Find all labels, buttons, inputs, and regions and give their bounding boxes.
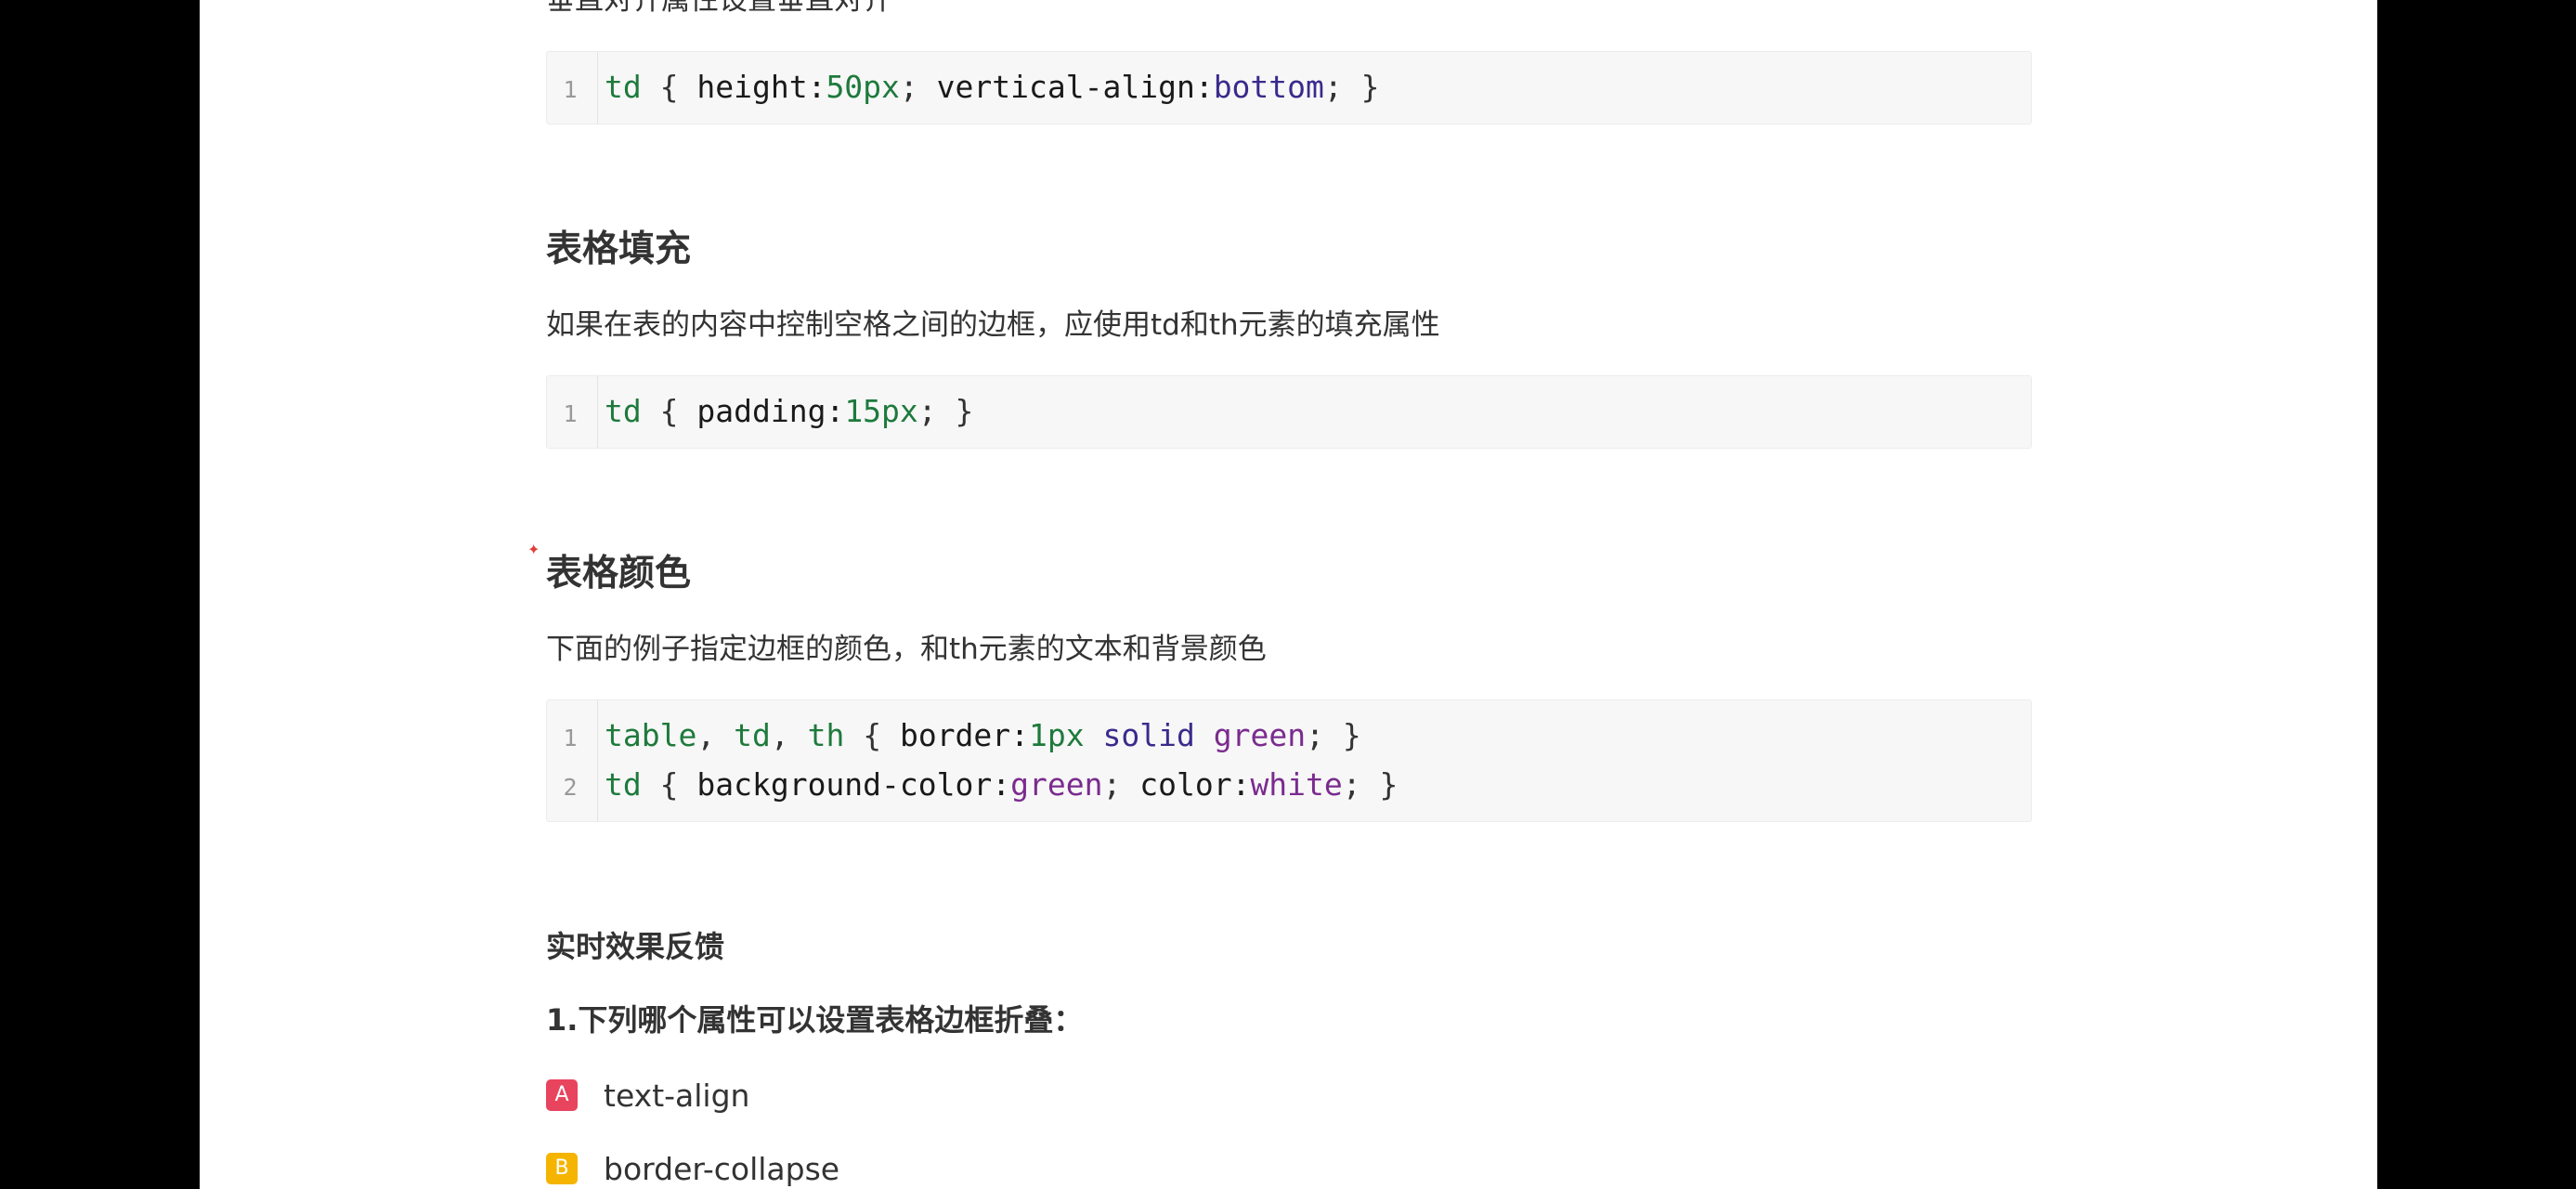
option-badge-b: B xyxy=(546,1153,578,1184)
line-number: 1 xyxy=(563,76,578,103)
code-text: td { background-color:green; color:white… xyxy=(605,761,1398,809)
code-value: green xyxy=(1010,766,1103,803)
option-badge-a: A xyxy=(546,1079,578,1111)
code-property: background-color: xyxy=(696,766,1011,803)
code-punct: ; xyxy=(1102,766,1140,803)
section-title-padding: 表格填充 xyxy=(546,229,692,270)
code-selector: td xyxy=(605,69,642,105)
code-punct: { xyxy=(641,393,697,429)
code-punct: { xyxy=(844,717,900,753)
code-text: table, td, th { border:1px solid green; … xyxy=(605,712,1361,760)
quiz-option-a[interactable]: A text-align xyxy=(546,1075,749,1116)
code-selector: table xyxy=(605,717,697,753)
option-label: text-align xyxy=(604,1077,750,1114)
code-selector: td xyxy=(605,393,642,429)
code-property: color: xyxy=(1139,766,1251,803)
section-title-color: 表格颜色 xyxy=(546,553,692,594)
code-line: 2 td { background-color:green; color:whi… xyxy=(547,761,2031,809)
code-property: height: xyxy=(696,69,826,105)
code-punct: { xyxy=(641,69,697,105)
code-value: solid xyxy=(1102,717,1195,753)
vertical-align-description: 垂直对齐属性设置垂直对齐 xyxy=(546,0,891,17)
watermark-logo: 百战程序员 xyxy=(243,55,411,93)
code-line: 1 td { height:50px; vertical-align:botto… xyxy=(547,63,2031,111)
line-number: 1 xyxy=(563,400,578,427)
edit-marker-icon: ✦ xyxy=(527,541,540,558)
code-block-color: 1 table, td, th { border:1px solid green… xyxy=(546,699,2032,822)
line-number: 1 xyxy=(563,725,578,751)
code-punct: ; } xyxy=(1342,766,1399,803)
code-block-vertical-align: 1 td { height:50px; vertical-align:botto… xyxy=(546,51,2032,124)
code-value: bottom xyxy=(1213,69,1324,105)
code-selector: td xyxy=(605,766,642,803)
document-page: 垂直对齐属性设置垂直对齐 1 td { height:50px; vertica… xyxy=(200,0,2377,1189)
code-line: 1 table, td, th { border:1px solid green… xyxy=(547,712,2031,760)
code-value: 50px xyxy=(826,69,900,105)
code-punct: ; xyxy=(899,69,937,105)
code-value: 1px xyxy=(1029,717,1085,753)
code-punct: ; } xyxy=(1323,69,1380,105)
code-punct: ; } xyxy=(917,393,974,429)
quiz-option-b[interactable]: B border-collapse xyxy=(546,1148,839,1189)
code-selector: th xyxy=(807,717,845,753)
line-number: 2 xyxy=(563,774,578,801)
code-punct: ; } xyxy=(1306,717,1361,753)
code-punct: , xyxy=(770,717,808,753)
code-selector: td xyxy=(734,717,771,753)
code-property: border: xyxy=(899,717,1030,753)
section-desc-color: 下面的例子指定边框的颜色，和th元素的文本和背景颜色 xyxy=(546,633,1267,666)
code-text: td { height:50px; vertical-align:bottom;… xyxy=(605,63,1380,111)
code-property: padding: xyxy=(696,393,845,429)
code-punct: { xyxy=(641,766,697,803)
code-property: vertical-align: xyxy=(936,69,1214,105)
quiz-question: 1.下列哪个属性可以设置表格边框折叠： xyxy=(546,1002,1084,1038)
code-punct: , xyxy=(696,717,735,753)
code-text: td { padding:15px; } xyxy=(605,387,973,436)
code-line: 1 td { padding:15px; } xyxy=(547,387,2031,436)
section-desc-padding: 如果在表的内容中控制空格之间的边框，应使用td和th元素的填充属性 xyxy=(546,308,1440,342)
option-label: border-collapse xyxy=(604,1150,840,1187)
code-value: 15px xyxy=(844,393,918,429)
code-value: white xyxy=(1250,766,1343,803)
quiz-heading: 实时效果反馈 xyxy=(546,929,725,964)
code-value: green xyxy=(1213,717,1307,753)
code-block-padding: 1 td { padding:15px; } xyxy=(546,375,2032,449)
